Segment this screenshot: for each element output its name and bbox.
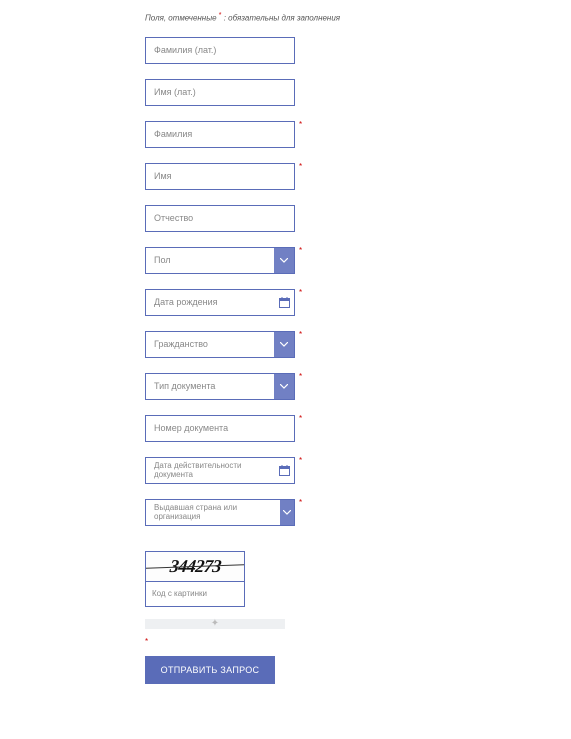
surname-input[interactable] bbox=[145, 121, 295, 148]
required-marker: * bbox=[299, 247, 302, 255]
doc-type-select[interactable]: Тип документа bbox=[145, 373, 295, 400]
dob-input[interactable]: Дата рождения bbox=[145, 289, 295, 316]
required-marker: * bbox=[299, 163, 302, 171]
hint-prefix: Поля, отмеченные bbox=[145, 14, 219, 23]
gender-select[interactable]: Пол bbox=[145, 247, 295, 274]
doc-validity-label: Дата действительности документа bbox=[146, 458, 274, 483]
doc-number-input[interactable] bbox=[145, 415, 295, 442]
doc-type-label: Тип документа bbox=[146, 374, 274, 399]
recaptcha-placeholder: ✦ bbox=[145, 619, 285, 629]
captcha-input[interactable] bbox=[145, 581, 245, 607]
required-marker: * bbox=[299, 289, 302, 297]
dob-label: Дата рождения bbox=[146, 290, 274, 315]
issuing-label: Выдавшая страна или организация bbox=[146, 500, 280, 525]
chevron-down-icon bbox=[280, 500, 294, 525]
gender-select-label: Пол bbox=[146, 248, 274, 273]
citizenship-select[interactable]: Гражданство bbox=[145, 331, 295, 358]
name-lat-input[interactable] bbox=[145, 79, 295, 106]
doc-validity-input[interactable]: Дата действительности документа bbox=[145, 457, 295, 484]
surname-lat-input[interactable] bbox=[145, 37, 295, 64]
required-marker: * bbox=[299, 415, 302, 423]
required-marker: * bbox=[299, 331, 302, 339]
issuing-select[interactable]: Выдавшая страна или организация bbox=[145, 499, 295, 526]
required-marker: * bbox=[299, 499, 302, 507]
citizenship-label: Гражданство bbox=[146, 332, 274, 357]
calendar-icon bbox=[274, 458, 294, 483]
required-marker: * bbox=[299, 457, 302, 465]
required-hint: Поля, отмеченные * : обязательны для зап… bbox=[145, 12, 571, 23]
calendar-icon bbox=[274, 290, 294, 315]
patronymic-input[interactable] bbox=[145, 205, 295, 232]
required-marker: * bbox=[145, 637, 571, 646]
puzzle-icon: ✦ bbox=[211, 619, 219, 629]
chevron-down-icon bbox=[274, 332, 294, 357]
form-page: Поля, отмеченные * : обязательны для зап… bbox=[0, 0, 571, 739]
chevron-down-icon bbox=[274, 374, 294, 399]
name-input[interactable] bbox=[145, 163, 295, 190]
captcha-block: 344273 bbox=[145, 551, 245, 607]
chevron-down-icon bbox=[274, 248, 294, 273]
hint-suffix: : обязательны для заполнения bbox=[222, 14, 341, 23]
captcha-image: 344273 bbox=[145, 551, 245, 581]
required-marker: * bbox=[299, 373, 302, 381]
submit-button[interactable]: ОТПРАВИТЬ ЗАПРОС bbox=[145, 656, 275, 684]
required-marker: * bbox=[299, 121, 302, 129]
